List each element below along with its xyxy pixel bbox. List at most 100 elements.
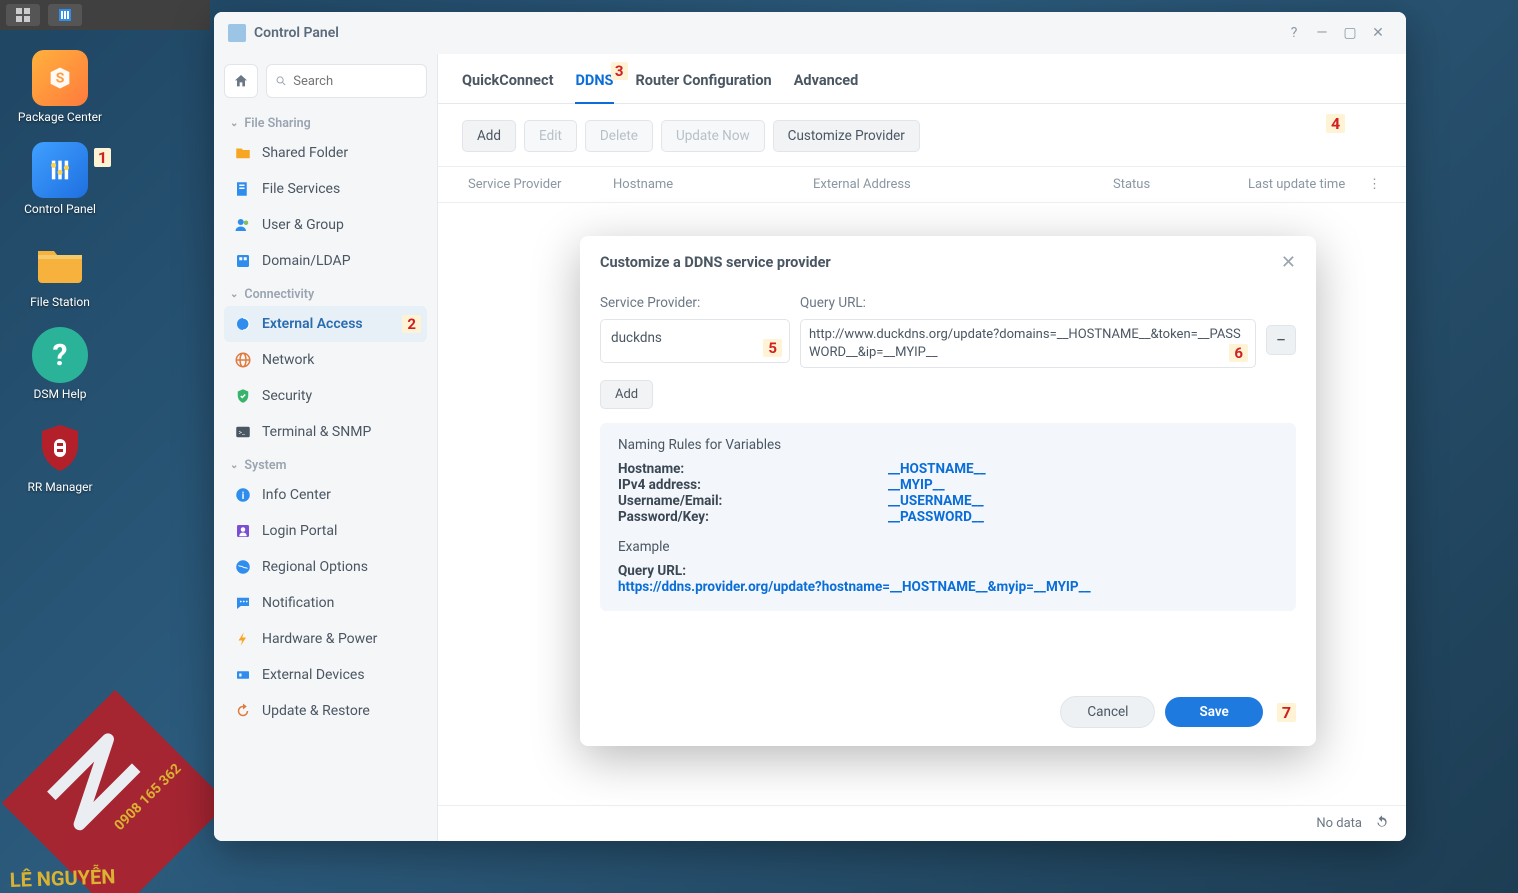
desktop-icon-label: DSM Help — [33, 387, 86, 401]
sidebar-item-regional-options[interactable]: Regional Options — [224, 549, 427, 585]
service-provider-input[interactable]: duckdns — [600, 319, 790, 363]
tab-ddns[interactable]: DDNS3 — [575, 72, 613, 103]
desktop-icon-label: RR Manager — [27, 480, 92, 494]
close-icon[interactable]: ✕ — [1281, 252, 1296, 273]
info-icon: i — [234, 486, 252, 504]
section-system[interactable]: ⌄System — [224, 450, 427, 477]
sidebar-item-security[interactable]: Security — [224, 378, 427, 414]
tab-router-configuration[interactable]: Router Configuration — [636, 72, 772, 103]
search-input[interactable] — [293, 74, 418, 89]
sidebar-item-update-restore[interactable]: Update & Restore — [224, 693, 427, 729]
desktop-icon-label: Control Panel — [24, 202, 96, 216]
customize-ddns-dialog: Customize a DDNS service provider ✕ Serv… — [580, 236, 1316, 746]
rules-title: Naming Rules for Variables — [618, 437, 1278, 453]
shield-icon — [234, 387, 252, 405]
refresh-icon — [234, 702, 252, 720]
delete-button: Delete — [585, 120, 653, 152]
query-url-input[interactable]: http://www.duckdns.org/update?domains=__… — [800, 319, 1256, 368]
col-status[interactable]: Status — [1107, 167, 1242, 202]
save-button[interactable]: Save — [1165, 697, 1262, 727]
customize-provider-button[interactable]: Customize Provider — [773, 120, 920, 152]
svg-text:i: i — [242, 491, 245, 502]
tab-advanced[interactable]: Advanced — [794, 72, 859, 103]
col-external-address[interactable]: External Address — [807, 167, 1107, 202]
rule-key: Username/Email: — [618, 493, 888, 509]
users-icon — [234, 216, 252, 234]
callout-badge: 6 — [1229, 344, 1248, 362]
titlebar: Control Panel ? — ▢ ✕ — [214, 12, 1406, 54]
update-now-button: Update Now — [661, 120, 765, 152]
remove-row-button[interactable]: − — [1266, 325, 1296, 355]
external-access-icon — [234, 315, 252, 333]
maximize-icon[interactable]: ▢ — [1336, 19, 1364, 47]
sidebar-item-login-portal[interactable]: Login Portal — [224, 513, 427, 549]
chat-icon — [234, 594, 252, 612]
sidebar-item-notification[interactable]: Notification — [224, 585, 427, 621]
control-panel-icon — [228, 24, 246, 42]
network-icon — [234, 351, 252, 369]
login-icon — [234, 522, 252, 540]
close-icon[interactable]: ✕ — [1364, 19, 1392, 47]
table-header: Service Provider Hostname External Addre… — [438, 166, 1406, 203]
desktop-icon-label: Package Center — [18, 110, 102, 124]
help-icon[interactable]: ? — [1280, 19, 1308, 47]
desktop-icon-dsm-help[interactable]: ? DSM Help — [15, 327, 105, 401]
rule-key: Hostname: — [618, 461, 888, 477]
section-file-sharing[interactable]: ⌄File Sharing — [224, 108, 427, 135]
footer-bar: No data — [438, 805, 1406, 841]
rule-val: __USERNAME__ — [888, 493, 984, 509]
taskbar-apps-icon[interactable] — [6, 4, 40, 26]
dialog-title: Customize a DDNS service provider — [600, 254, 831, 271]
dialog-footer: Cancel Save 7 — [580, 684, 1316, 746]
home-icon — [233, 73, 249, 89]
desktop-icon-label: File Station — [30, 295, 90, 309]
taskbar — [0, 0, 210, 30]
col-service-provider[interactable]: Service Provider — [462, 167, 607, 202]
taskbar-controlpanel-icon[interactable] — [48, 4, 82, 26]
col-more-icon[interactable]: ⋮ — [1362, 167, 1382, 202]
sidebar-item-user-group[interactable]: User & Group — [224, 207, 427, 243]
sidebar-item-external-access[interactable]: External Access2 — [224, 306, 427, 342]
folder-icon — [234, 144, 252, 162]
example-title: Example — [618, 539, 1278, 555]
naming-rules-box: Naming Rules for Variables Hostname:__HO… — [600, 423, 1296, 611]
sidebar-item-info-center[interactable]: iInfo Center — [224, 477, 427, 513]
sidebar-item-external-devices[interactable]: External Devices — [224, 657, 427, 693]
minimize-icon[interactable]: — — [1308, 19, 1336, 47]
desktop-icon-control-panel[interactable]: Control Panel 1 — [15, 142, 105, 216]
search-box[interactable] — [266, 64, 427, 98]
rule-val: __MYIP__ — [888, 477, 945, 493]
sidebar-item-terminal-snmp[interactable]: >_Terminal & SNMP — [224, 414, 427, 450]
callout-badge: 5 — [763, 339, 782, 357]
edit-button: Edit — [524, 120, 577, 152]
desktop-icon-rr-manager[interactable]: RR Manager — [15, 420, 105, 494]
sidebar-item-network[interactable]: Network — [224, 342, 427, 378]
tab-quickconnect[interactable]: QuickConnect — [462, 72, 553, 103]
rule-key: IPv4 address: — [618, 477, 888, 493]
col-hostname[interactable]: Hostname — [607, 167, 807, 202]
sidebar-item-hardware-power[interactable]: Hardware & Power — [224, 621, 427, 657]
rule-key: Password/Key: — [618, 509, 888, 525]
example-key: Query URL: — [618, 563, 1278, 579]
col-last-update[interactable]: Last update time — [1242, 167, 1362, 202]
desktop-icon-package-center[interactable]: S Package Center — [15, 50, 105, 124]
label-service-provider: Service Provider: — [600, 295, 790, 311]
callout-badge: 3 — [611, 62, 628, 80]
section-connectivity[interactable]: ⌄Connectivity — [224, 279, 427, 306]
desktop-icon-file-station[interactable]: File Station — [15, 235, 105, 309]
sidebar-item-domain-ldap[interactable]: Domain/LDAP — [224, 243, 427, 279]
svg-text:S: S — [56, 71, 65, 87]
rule-val: __PASSWORD__ — [888, 509, 984, 525]
chevron-down-icon: ⌄ — [230, 460, 238, 471]
home-button[interactable] — [224, 64, 258, 98]
add-row-button[interactable]: Add — [600, 380, 653, 409]
sidebar-item-file-services[interactable]: File Services — [224, 171, 427, 207]
sidebar-item-shared-folder[interactable]: Shared Folder — [224, 135, 427, 171]
callout-badge: 2 — [402, 315, 421, 333]
callout-badge: 1 — [94, 148, 111, 167]
label-query-url: Query URL: — [800, 295, 1296, 311]
add-button[interactable]: Add — [462, 120, 516, 152]
cancel-button[interactable]: Cancel — [1060, 696, 1155, 728]
callout-badge: 7 — [1277, 703, 1296, 722]
refresh-icon[interactable] — [1374, 814, 1390, 834]
